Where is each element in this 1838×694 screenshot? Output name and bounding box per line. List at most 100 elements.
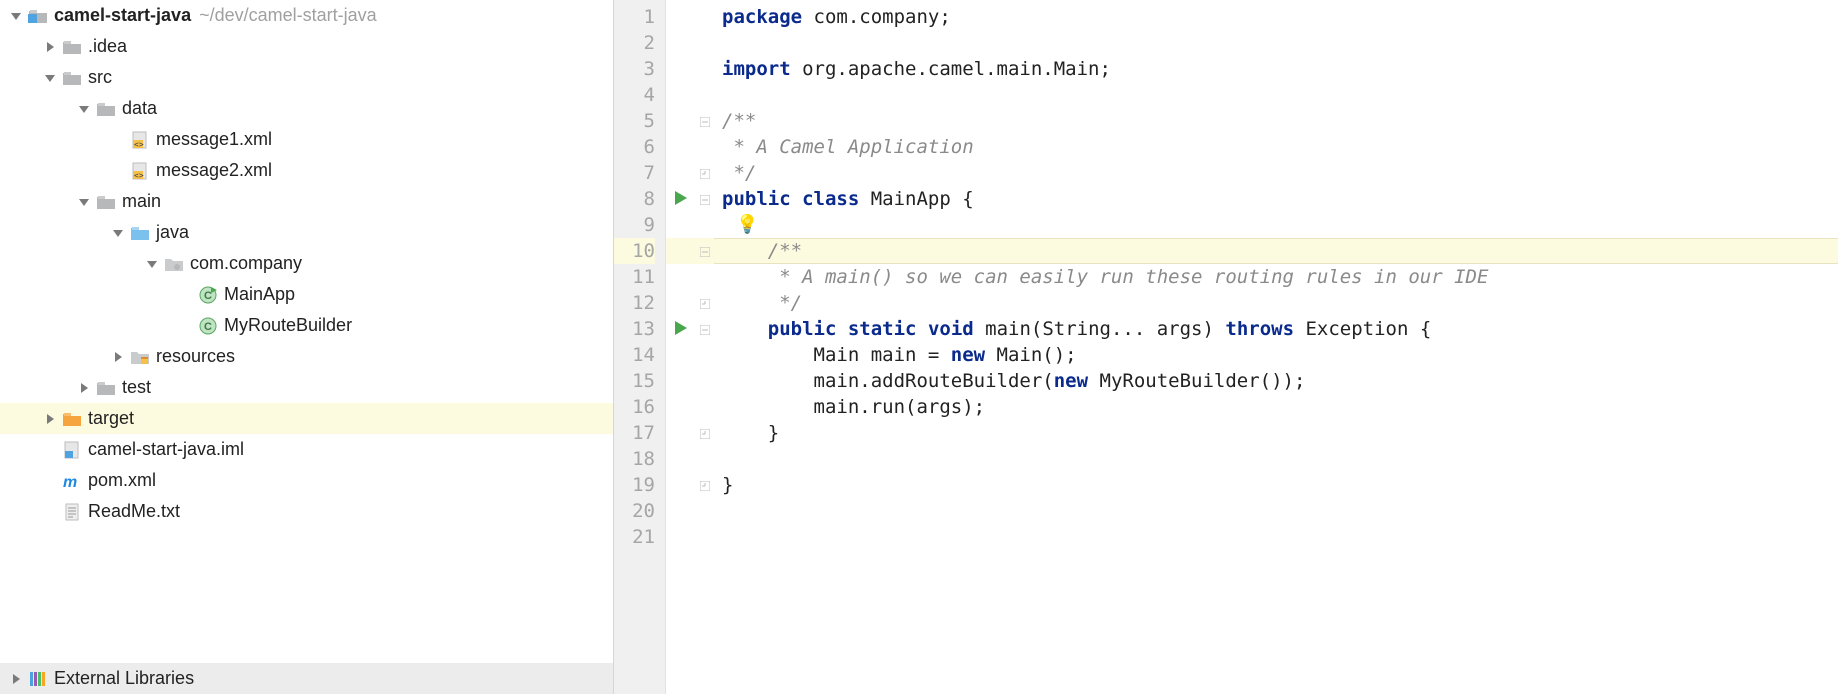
code-line[interactable] [714,30,1838,56]
line-number[interactable]: 14 [614,342,655,368]
gutter-blank [666,238,696,264]
tree-label: main [122,191,161,212]
fold-open-icon[interactable] [696,316,714,342]
intention-bulb-icon[interactable]: 💡 [736,212,758,238]
chevron-down-icon[interactable] [144,256,160,272]
line-number[interactable]: 1 [614,4,655,30]
tree-row[interactable]: mpom.xml [0,465,613,496]
line-number[interactable]: 5 [614,108,655,134]
line-number[interactable]: 19 [614,472,655,498]
line-number-gutter[interactable]: 123456789101112131415161718192021 [614,0,666,694]
tree-row[interactable]: CMyRouteBuilder [0,310,613,341]
arrow-placeholder [178,287,194,303]
line-number[interactable]: 8 [614,186,655,212]
code-line[interactable]: /** [714,108,1838,134]
run-marker-gutter[interactable] [666,0,696,694]
line-number[interactable]: 21 [614,524,655,550]
chevron-down-icon[interactable] [42,70,58,86]
code-line[interactable] [714,212,1838,238]
line-number[interactable]: 18 [614,446,655,472]
line-number[interactable]: 9 [614,212,655,238]
line-number[interactable]: 15 [614,368,655,394]
code-line[interactable]: public class MainApp { [714,186,1838,212]
tree-row[interactable]: resources [0,341,613,372]
line-number[interactable]: 12 [614,290,655,316]
tree-row[interactable]: .idea [0,31,613,62]
code-line[interactable] [714,498,1838,524]
tree-row[interactable]: camel-start-java.iml [0,434,613,465]
code-line[interactable] [714,82,1838,108]
tree-row[interactable]: ReadMe.txt [0,496,613,527]
code-area[interactable]: 💡 package com.company; import org.apache.… [714,0,1838,694]
tree-row[interactable]: src [0,62,613,93]
code-editor[interactable]: 123456789101112131415161718192021 💡 pack… [614,0,1838,694]
tree-row[interactable]: camel-start-java~/dev/camel-start-java [0,0,613,31]
line-number[interactable]: 11 [614,264,655,290]
tree-row[interactable]: target [0,403,613,434]
fold-open-icon[interactable] [696,108,714,134]
code-line[interactable]: public static void main(String... args) … [714,316,1838,342]
code-line[interactable]: * A main() so we can easily run these ro… [714,264,1838,290]
chevron-down-icon[interactable] [8,8,24,24]
project-tree[interactable]: camel-start-java~/dev/camel-start-java.i… [0,0,613,663]
svg-text:m: m [63,474,77,490]
fold-gutter[interactable] [696,0,714,694]
code-line[interactable]: Main main = new Main(); [714,342,1838,368]
gutter-blank [666,446,696,472]
tree-row[interactable]: CMainApp [0,279,613,310]
line-number[interactable]: 10 [614,238,655,264]
folder-icon [96,100,116,118]
chevron-down-icon[interactable] [76,101,92,117]
code-line[interactable]: */ [714,160,1838,186]
fold-close-icon[interactable] [696,290,714,316]
chevron-right-icon[interactable] [110,349,126,365]
tree-row[interactable]: data [0,93,613,124]
code-line[interactable]: */ [714,290,1838,316]
tree-row[interactable]: <>message1.xml [0,124,613,155]
line-number[interactable]: 7 [614,160,655,186]
code-line[interactable]: main.run(args); [714,394,1838,420]
tree-row[interactable]: test [0,372,613,403]
gutter-blank [666,472,696,498]
fold-blank [696,394,714,420]
code-line[interactable] [714,524,1838,550]
fold-open-icon[interactable] [696,238,714,264]
line-number[interactable]: 17 [614,420,655,446]
code-line[interactable]: package com.company; [714,4,1838,30]
fold-close-icon[interactable] [696,472,714,498]
code-line[interactable]: } [714,472,1838,498]
tree-row[interactable]: com.company [0,248,613,279]
tree-label: camel-start-java.iml [88,439,244,460]
external-libraries-row[interactable]: External Libraries [0,663,613,694]
chevron-down-icon[interactable] [76,194,92,210]
iml-icon [62,441,82,459]
line-number[interactable]: 6 [614,134,655,160]
tree-row[interactable]: main [0,186,613,217]
line-number[interactable]: 13 [614,316,655,342]
code-line[interactable]: /** [714,238,1838,264]
code-line[interactable] [714,446,1838,472]
code-line[interactable]: * A Camel Application [714,134,1838,160]
chevron-down-icon[interactable] [110,225,126,241]
line-number[interactable]: 2 [614,30,655,56]
line-number[interactable]: 3 [614,56,655,82]
fold-close-icon[interactable] [696,160,714,186]
tree-row[interactable]: <>message2.xml [0,155,613,186]
chevron-right-icon[interactable] [42,411,58,427]
code-line[interactable]: import org.apache.camel.main.Main; [714,56,1838,82]
run-gutter-icon[interactable] [666,186,696,212]
fold-open-icon[interactable] [696,186,714,212]
code-line[interactable]: main.addRouteBuilder(new MyRouteBuilder(… [714,368,1838,394]
class-run-icon: C [198,286,218,304]
code-line[interactable]: } [714,420,1838,446]
module-icon [28,7,48,25]
line-number[interactable]: 20 [614,498,655,524]
fold-blank [696,342,714,368]
chevron-right-icon[interactable] [42,39,58,55]
line-number[interactable]: 4 [614,82,655,108]
line-number[interactable]: 16 [614,394,655,420]
chevron-right-icon[interactable] [76,380,92,396]
run-gutter-icon[interactable] [666,316,696,342]
tree-row[interactable]: java [0,217,613,248]
fold-close-icon[interactable] [696,420,714,446]
